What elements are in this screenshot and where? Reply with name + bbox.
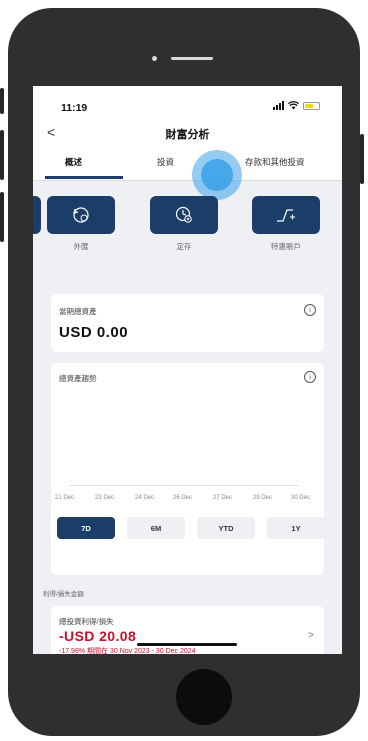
status-time: 11:19: [61, 102, 88, 114]
page-title: 財富分析: [165, 129, 210, 141]
fx-exchange-icon: [73, 207, 89, 223]
signal-icon: [273, 101, 284, 110]
active-tab-indicator: [45, 176, 123, 179]
power-button: [360, 134, 364, 184]
profit-loss-card[interactable]: 總投資利得/損失 -USD 20.08 -17.98% 期間在 30 Nov 2…: [51, 606, 324, 654]
volume-down-button: [0, 192, 4, 242]
time-deposit-icon: [175, 206, 192, 223]
tab-investments[interactable]: 投資: [157, 156, 174, 168]
nav-bar: < 財富分析: [33, 122, 342, 144]
info-icon[interactable]: i: [304, 371, 316, 383]
date-tick: 23 Dec: [95, 495, 115, 501]
asset-trend-label: 總資產趨勢: [59, 374, 97, 383]
total-assets-card[interactable]: 當期總資產 i USD 0.00: [51, 294, 324, 352]
date-tick: 27 Dec: [213, 495, 233, 501]
total-assets-amount: USD 0.00: [59, 324, 129, 341]
profit-loss-section-label: 利得/損失金額: [43, 591, 84, 598]
profit-loss-label: 總投資利得/損失: [59, 617, 114, 626]
mute-switch: [0, 88, 4, 114]
home-button[interactable]: [176, 669, 232, 725]
fx-label: 外匯: [73, 242, 89, 251]
chevron-right-icon[interactable]: >: [308, 630, 314, 641]
range-6m-button[interactable]: 6M: [127, 517, 185, 539]
profit-loss-period: -17.98% 期間在 30 Nov 2023 - 30 Dec 2024: [59, 648, 196, 654]
battery-icon: [303, 101, 320, 110]
range-7d-button[interactable]: 7D: [57, 517, 115, 539]
growth-account-label: 特惠賬戶: [271, 242, 301, 251]
range-1y-button[interactable]: 1Y: [267, 517, 325, 539]
touch-indicator: [192, 150, 242, 200]
chart-baseline: [69, 485, 299, 486]
camera-dot: [152, 56, 157, 61]
time-deposit-label: 定存: [176, 242, 192, 251]
date-tick: 29 Dec: [253, 495, 273, 501]
tab-bar: 概述 投資 存款和其他投資: [33, 144, 342, 181]
asset-trend-card: 總資產趨勢 i 21 Dec 23 Dec 24 Dec 26 Dec 27 D…: [51, 363, 325, 575]
growth-account-icon: [277, 209, 295, 222]
time-deposit-button[interactable]: [150, 196, 218, 234]
status-bar: 11:19: [33, 86, 342, 122]
growth-account-button[interactable]: [252, 196, 320, 234]
date-tick: 21 Dec: [55, 495, 75, 501]
edge-action-left[interactable]: [33, 196, 41, 234]
date-tick: 30 Dec: [291, 495, 311, 501]
fx-button[interactable]: [47, 196, 115, 234]
status-icons: [273, 101, 320, 110]
wifi-icon: [288, 101, 299, 110]
speaker-grille: [171, 57, 213, 60]
date-tick: 26 Dec: [173, 495, 193, 501]
profit-loss-amount: -USD 20.08: [59, 628, 137, 644]
info-icon[interactable]: i: [304, 304, 316, 316]
date-tick: 24 Dec: [135, 495, 155, 501]
tab-deposits-other[interactable]: 存款和其他投資: [245, 156, 305, 168]
total-assets-label: 當期總資產: [59, 307, 97, 316]
volume-up-button: [0, 130, 4, 180]
range-ytd-button[interactable]: YTD: [197, 517, 255, 539]
app-screen: 11:19 < 財富分析 概述 投資 存款和其他投資 外匯 定存 特惠賬戶 當期…: [33, 86, 342, 654]
tab-overview[interactable]: 概述: [65, 156, 82, 168]
home-indicator: [137, 643, 237, 646]
